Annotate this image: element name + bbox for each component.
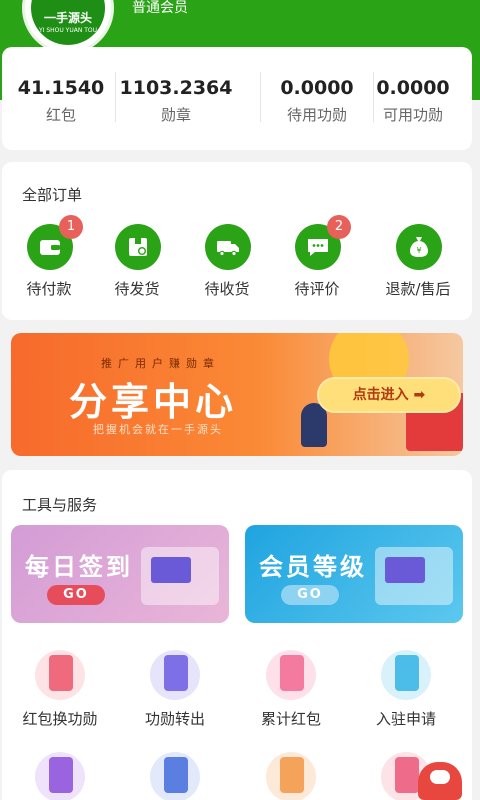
stat-value: 41.1540 [17, 77, 105, 99]
service-redpacket-to-merit[interactable]: 红包换功勋 [5, 650, 115, 730]
order-badge: 2 [327, 215, 351, 239]
stat-red-packet[interactable]: 41.1540 红包 [2, 47, 120, 150]
location-pin-icon [381, 650, 431, 700]
banner-slogan: 推广用户赚勋章 [101, 357, 220, 370]
list-document-icon [150, 752, 200, 800]
service-total-redpacket[interactable]: 累计红包 [236, 650, 346, 730]
tools-title: 工具与服务 [22, 496, 98, 514]
floating-mascot-icon[interactable] [418, 762, 462, 800]
order-label: 待付款 [26, 280, 72, 298]
order-pending-shipment[interactable]: 待发货 [90, 224, 184, 304]
order-label: 待发货 [114, 280, 160, 298]
order-pending-review[interactable]: 2 待评价 [270, 215, 364, 304]
order-refund-aftersale[interactable]: ¥ 退款/售后 [368, 224, 468, 304]
service-label: 红包换功勋 [22, 710, 98, 728]
stat-medal[interactable]: 1103.2364 勋章 [117, 47, 235, 150]
service-label: 累计红包 [260, 710, 321, 728]
person-illustration [301, 403, 327, 447]
level-illustration [375, 547, 453, 605]
tools-services-card: 工具与服务 [2, 470, 472, 800]
brand-logo[interactable]: 一手源头 YI SHOU YUAN TOU [22, 0, 114, 54]
stat-available-merit[interactable]: 0.0000 可用功勋 [354, 47, 472, 150]
go-button[interactable]: GO [47, 585, 105, 605]
banner-title: 分享中心 [69, 380, 238, 424]
coin-transfer-icon [150, 650, 200, 700]
gift-icon [35, 650, 85, 700]
stat-value: 1103.2364 [119, 77, 233, 99]
service-merit-transfer[interactable]: 功勋转出 [120, 650, 230, 730]
service-item-star[interactable] [5, 752, 115, 800]
go-button[interactable]: GO [281, 585, 339, 605]
stat-label: 可用功勋 [382, 106, 443, 124]
promo-title: 会员等级 [259, 553, 367, 581]
enter-button[interactable]: 点击进入 ➡ [317, 377, 461, 413]
order-label: 待评价 [294, 280, 340, 298]
money-bag-icon: ¥ [396, 224, 442, 270]
order-label: 待收货 [204, 280, 250, 298]
service-item-list[interactable] [120, 752, 230, 800]
divider [115, 72, 116, 122]
order-pending-payment[interactable]: 1 待付款 [2, 215, 96, 304]
promo-title: 每日签到 [25, 553, 133, 581]
banner-subtitle: 把握机会就在一手源头 [93, 423, 223, 436]
logo-subtext: YI SHOU YUAN TOU [38, 27, 98, 34]
svg-text:¥: ¥ [416, 246, 421, 255]
assets-stats-card: 41.1540 红包 1103.2364 勋章 0.0000 待用功勋 0.00… [2, 47, 472, 150]
logo-text: 一手源头 [43, 11, 92, 25]
stat-value: 0.0000 [376, 77, 450, 99]
member-level-card[interactable]: 会员等级 GO [245, 525, 463, 623]
member-level-label[interactable]: 普通会员 [132, 0, 188, 17]
service-item-note[interactable] [236, 752, 346, 800]
service-settle-application[interactable]: 入驻申请 [351, 650, 461, 730]
orders-card: 全部订单 1 待付款 待发货 待收货 2 待评价 ¥ 退款/售后 [2, 162, 472, 320]
daily-checkin-card[interactable]: 每日签到 GO [11, 525, 229, 623]
service-label: 入驻申请 [375, 710, 436, 728]
stat-label: 勋章 [160, 106, 191, 124]
order-pending-receipt[interactable]: 待收货 [180, 224, 274, 304]
share-center-banner[interactable]: 推广用户赚勋章 分享中心 把握机会就在一手源头 点击进入 ➡ [11, 333, 463, 456]
checkin-illustration [141, 547, 219, 605]
orders-title[interactable]: 全部订单 [22, 184, 82, 205]
truck-icon [205, 224, 251, 270]
package-clock-icon [115, 224, 161, 270]
yuan-envelope-icon [266, 650, 316, 700]
stat-label: 红包 [45, 106, 76, 124]
star-card-icon [35, 752, 85, 800]
service-label: 功勋转出 [144, 710, 205, 728]
note-pencil-icon [266, 752, 316, 800]
order-badge: 1 [59, 215, 83, 239]
order-label: 退款/售后 [385, 280, 451, 298]
